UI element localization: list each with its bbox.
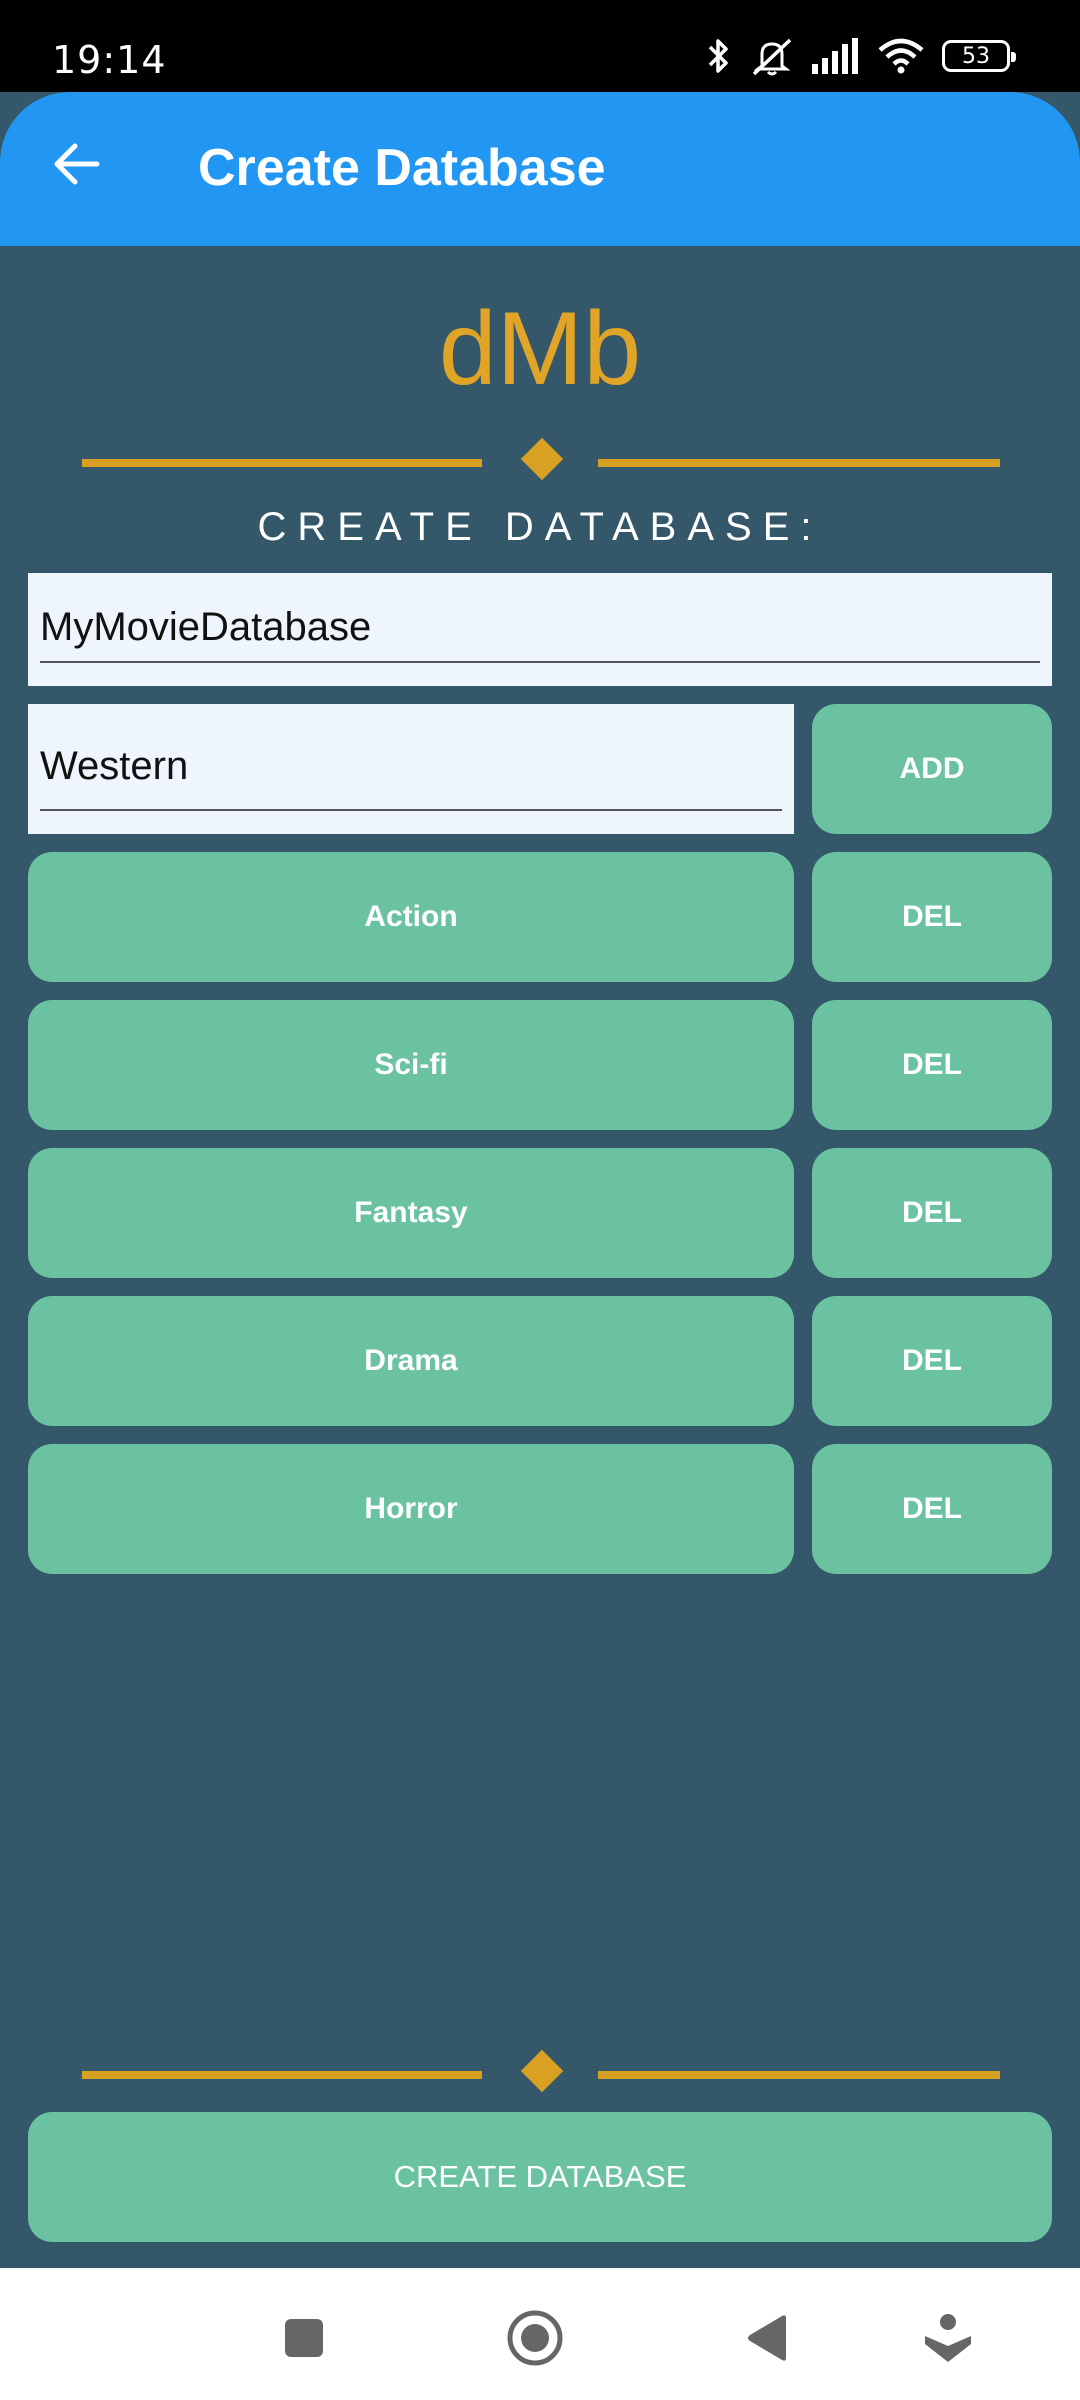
home-circle-icon[interactable]: [505, 2308, 565, 2368]
status-bar: 19:14 53: [0, 0, 1080, 92]
create-database-button[interactable]: CREATE DATABASE: [28, 2112, 1052, 2242]
diamond-icon: [520, 437, 564, 481]
divider-line-left: [82, 459, 482, 467]
genre-item-drama[interactable]: Drama: [28, 1296, 794, 1426]
wifi-icon: [878, 38, 924, 74]
divider-line-right: [598, 459, 1000, 467]
signal-icon: [812, 38, 860, 74]
database-name-value: MyMovieDatabase: [40, 605, 372, 649]
top-divider: [82, 437, 1000, 482]
accessibility-icon[interactable]: [918, 2308, 978, 2368]
bottom-divider: [82, 2049, 1000, 2094]
back-triangle-icon[interactable]: [738, 2308, 798, 2368]
section-title: CREATE DATABASE:: [257, 505, 823, 549]
genre-item-sci-fi[interactable]: Sci-fi: [28, 1000, 794, 1130]
mute-icon: [750, 36, 794, 76]
page-title: Create Database: [198, 139, 606, 197]
genre-item-fantasy[interactable]: Fantasy: [28, 1148, 794, 1278]
status-time: 19:14: [52, 38, 167, 82]
genre-item-horror[interactable]: Horror: [28, 1444, 794, 1574]
delete-genre-button[interactable]: DEL: [812, 1296, 1052, 1426]
genre-input-field[interactable]: Western: [28, 704, 794, 834]
divider-line-right: [598, 2071, 1000, 2079]
battery-icon: 53: [942, 40, 1016, 72]
app-bar: Create Database: [0, 92, 1080, 246]
delete-genre-button[interactable]: DEL: [812, 1148, 1052, 1278]
diamond-icon: [520, 2049, 564, 2093]
field-underline: [40, 809, 782, 811]
add-genre-button[interactable]: ADD: [812, 704, 1052, 834]
system-nav-bar: [0, 2268, 1080, 2400]
bluetooth-icon: [706, 36, 732, 76]
recents-square-icon[interactable]: [274, 2308, 334, 2368]
delete-genre-button[interactable]: DEL: [812, 1000, 1052, 1130]
arrow-left-icon[interactable]: [44, 132, 108, 196]
database-name-field[interactable]: MyMovieDatabase: [28, 573, 1052, 686]
genre-input-value: Western: [40, 744, 189, 788]
battery-level: 53: [962, 43, 990, 69]
app-screen: 19:14 53 Create Database dMb CREATE DATA…: [0, 0, 1080, 2400]
delete-genre-button[interactable]: DEL: [812, 1444, 1052, 1574]
status-icons: 53: [706, 36, 1016, 76]
field-underline: [40, 661, 1040, 663]
divider-line-left: [82, 2071, 482, 2079]
genre-item-action[interactable]: Action: [28, 852, 794, 982]
app-logo: dMb: [438, 291, 642, 407]
delete-genre-button[interactable]: DEL: [812, 852, 1052, 982]
